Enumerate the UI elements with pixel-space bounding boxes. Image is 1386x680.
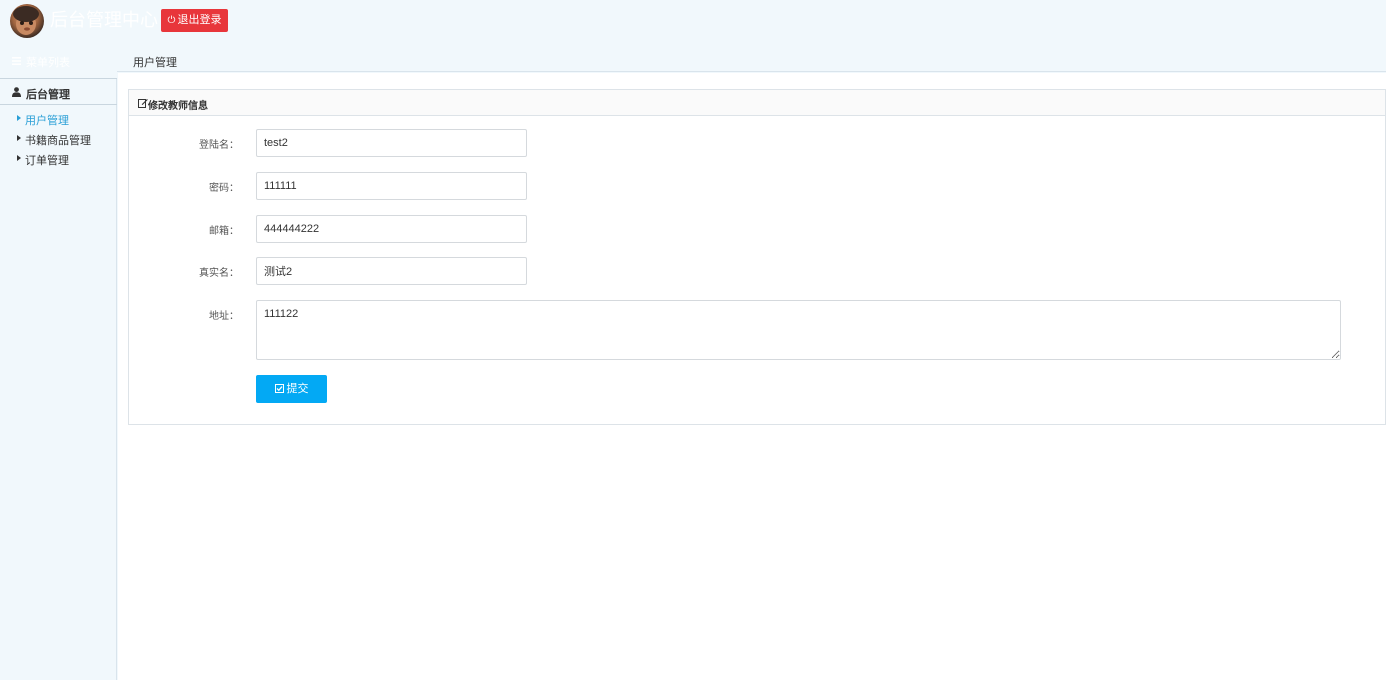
- sidebar-item-books[interactable]: 书籍商品管理: [0, 130, 117, 148]
- panel-header: 修改教师信息: [129, 90, 1385, 116]
- top-header: 后台管理中心 ⏻ 退出登录: [0, 0, 1386, 44]
- caret-right-icon: [17, 135, 21, 141]
- avatar: [10, 4, 44, 38]
- check-square-icon: [274, 384, 284, 393]
- sidebar-item-label: 用户管理: [25, 115, 69, 127]
- caret-right-icon: [17, 115, 21, 121]
- breadcrumb: 用户管理: [117, 44, 1386, 72]
- caret-right-icon: [17, 155, 21, 161]
- edit-panel: 修改教师信息 登陆名： 密码： 邮箱： 真实名： 地址： 111122 提交: [128, 89, 1386, 425]
- app-title: 后台管理中心: [50, 10, 158, 30]
- address-textarea[interactable]: 111122: [256, 300, 1341, 360]
- sidebar-item-label: 书籍商品管理: [25, 135, 91, 147]
- sidebar-section-admin[interactable]: 后台管理: [0, 78, 117, 105]
- email-label: 邮箱：: [209, 226, 239, 237]
- submit-button[interactable]: 提交: [256, 375, 327, 403]
- breadcrumb-current: 用户管理: [133, 57, 177, 69]
- password-label: 密码：: [209, 183, 239, 194]
- edit-icon: [138, 99, 148, 108]
- email-input[interactable]: [256, 215, 527, 243]
- sidebar: 后台管理 用户管理 书籍商品管理 订单管理: [0, 78, 117, 680]
- realname-label: 真实名：: [199, 268, 239, 279]
- main-content: 修改教师信息 登陆名： 密码： 邮箱： 真实名： 地址： 111122 提交: [118, 73, 1386, 680]
- sidebar-item-label: 订单管理: [25, 155, 69, 167]
- username-label: 登陆名：: [199, 140, 239, 151]
- sidebar-item-users[interactable]: 用户管理: [0, 110, 117, 128]
- power-icon: ⏻: [167, 15, 176, 26]
- sidebar-item-orders[interactable]: 订单管理: [0, 150, 117, 168]
- logout-button[interactable]: ⏻ 退出登录: [161, 9, 228, 32]
- list-icon: [12, 57, 21, 65]
- logout-label: 退出登录: [177, 14, 222, 26]
- realname-input[interactable]: [256, 257, 527, 285]
- menu-list-label: 菜单列表: [26, 57, 70, 69]
- address-label: 地址：: [209, 311, 239, 322]
- password-input[interactable]: [256, 172, 527, 200]
- sidebar-section-label: 后台管理: [26, 89, 70, 101]
- submit-label: 提交: [286, 383, 309, 395]
- user-icon: [12, 87, 21, 97]
- panel-title: 修改教师信息: [148, 101, 208, 112]
- sidebar-menu-header: 菜单列表: [0, 44, 117, 78]
- username-input[interactable]: [256, 129, 527, 157]
